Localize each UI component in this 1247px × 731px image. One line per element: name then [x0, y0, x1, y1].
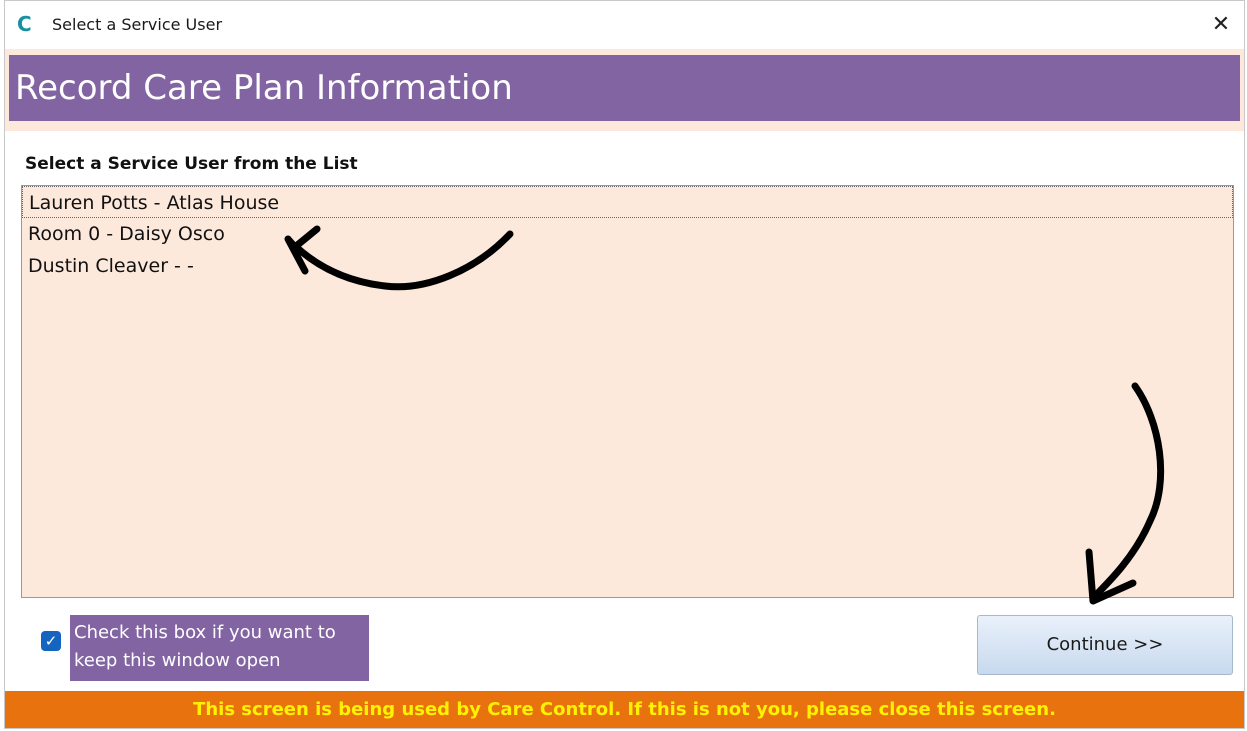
continue-button[interactable]: Continue >>: [977, 615, 1233, 675]
service-user-listbox[interactable]: Lauren Potts - Atlas House Room 0 - Dais…: [21, 185, 1234, 598]
header-area: Record Care Plan Information: [5, 49, 1244, 131]
keep-open-checkbox[interactable]: ✓: [41, 631, 61, 651]
select-service-user-dialog: C Select a Service User ✕ Record Care Pl…: [4, 0, 1245, 729]
window-title: Select a Service User: [52, 15, 223, 34]
care-control-app-icon: C: [17, 12, 32, 36]
list-label: Select a Service User from the List: [25, 154, 358, 174]
list-item[interactable]: Dustin Cleaver - -: [22, 250, 1233, 282]
keep-open-label-box: Check this box if you want to keep this …: [70, 615, 369, 681]
list-item[interactable]: Lauren Potts - Atlas House: [22, 186, 1233, 218]
title-bar: C Select a Service User ✕: [5, 1, 1244, 49]
close-icon: ✕: [1211, 12, 1231, 37]
keep-open-label: Check this box if you want to keep this …: [74, 622, 336, 671]
header-band: Record Care Plan Information: [9, 55, 1240, 121]
close-button[interactable]: ✕: [1198, 1, 1244, 49]
list-item[interactable]: Room 0 - Daisy Osco: [22, 218, 1233, 250]
status-message: This screen is being used by Care Contro…: [5, 691, 1244, 728]
page-title: Record Care Plan Information: [15, 68, 513, 108]
checkmark-icon: ✓: [44, 632, 58, 650]
